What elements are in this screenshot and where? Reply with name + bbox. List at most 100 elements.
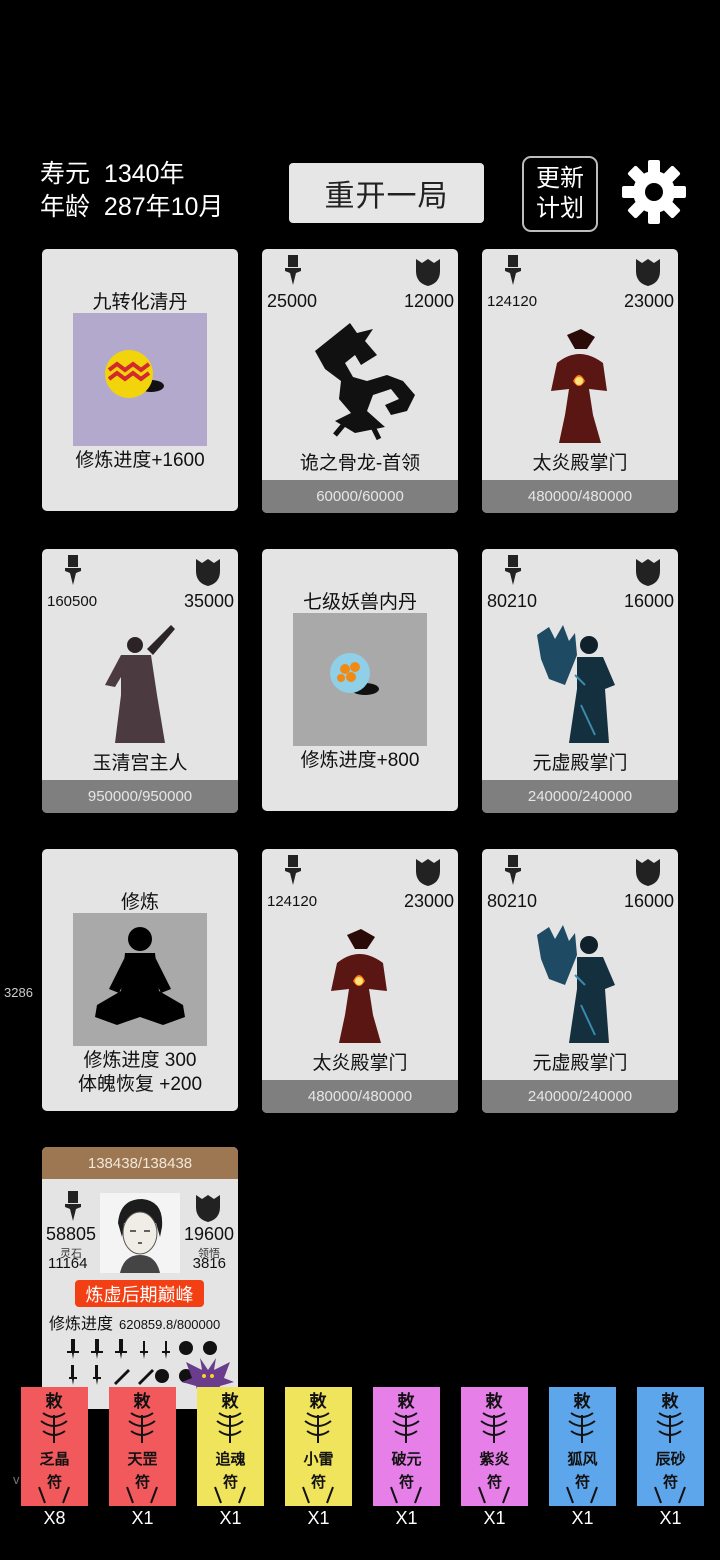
talisman-sub-label: 符	[46, 1474, 62, 1491]
shield-icon	[416, 859, 440, 886]
enemy-name: 玉清宫主人	[92, 753, 188, 774]
enemy-name: 太炎殿掌门	[532, 453, 628, 474]
talisman-label: 辰砂	[655, 1451, 686, 1468]
svg-text:敕: 敕	[134, 1391, 152, 1412]
meditation-icon	[95, 927, 185, 1025]
enemy-card-fire-master-2[interactable]: 124120 23000 太炎殿掌门 480000/480000	[262, 849, 458, 1113]
item-title: 修炼	[120, 892, 159, 913]
talisman-count: X1	[131, 1508, 154, 1528]
beast-core-image	[293, 613, 427, 746]
talisman-label: 狐风	[567, 1451, 598, 1468]
enemy-name: 元虚殿掌门	[532, 1053, 628, 1074]
defense-value: 16000	[623, 591, 674, 611]
talisman-label: 天罡	[127, 1451, 158, 1468]
talisman-count: X1	[307, 1508, 330, 1528]
lifespan-row: 寿元 1340年	[40, 158, 223, 191]
item-card-meditation[interactable]: 修炼 修炼进度 300 体魄恢复 +200	[42, 849, 238, 1111]
svg-text:敕: 敕	[662, 1391, 680, 1412]
bone-dragon-icon	[315, 323, 415, 441]
talisman-count: X1	[659, 1508, 682, 1528]
defense-value: 23000	[403, 891, 454, 911]
player-portrait-icon	[118, 1199, 163, 1273]
svg-text:敕: 敕	[46, 1391, 64, 1412]
item-effect: 修炼进度 300	[83, 1050, 197, 1071]
talisman-count: X1	[571, 1508, 594, 1528]
defense-value: 16000	[623, 891, 674, 911]
shield-icon	[636, 259, 660, 286]
svg-text:敕: 敕	[222, 1391, 240, 1412]
defense-value: 12000	[403, 291, 454, 311]
talisman-label: 乏晶	[39, 1451, 70, 1468]
svg-text:敕: 敕	[398, 1391, 416, 1412]
attack-value: 25000	[267, 291, 318, 311]
shield-icon	[196, 559, 220, 586]
talisman-card[interactable]: 敕乏晶符	[21, 1387, 88, 1506]
sword-icon	[285, 255, 301, 285]
realm-badge: 炼虚后期巅峰	[75, 1280, 204, 1307]
insight-value: 3816	[192, 1255, 226, 1272]
gear-icon[interactable]	[621, 159, 687, 225]
version-mark: v	[13, 1472, 20, 1487]
progress-label: 修炼进度	[49, 1316, 114, 1333]
age-label: 年龄	[40, 193, 91, 221]
enemy-hp-bar: 240000/240000	[482, 780, 678, 813]
sword-icon	[65, 1191, 81, 1221]
sword-icon	[65, 555, 81, 585]
talisman-card[interactable]: 敕紫炎符	[461, 1387, 528, 1506]
talisman-sub-label: 符	[134, 1474, 150, 1491]
talisman-count: X8	[43, 1508, 66, 1528]
restart-button[interactable]: 重开一局	[289, 163, 484, 223]
hud: 寿元 1340年 年龄 287年10月	[40, 158, 223, 224]
sword-icon	[285, 855, 301, 885]
meditation-image	[73, 913, 207, 1046]
side-counter: 3286	[4, 985, 33, 1000]
talisman-count: X1	[219, 1508, 242, 1528]
talisman-card[interactable]: 敕追魂符	[197, 1387, 264, 1506]
svg-text:敕: 敕	[310, 1391, 328, 1412]
enemy-card-ice-master[interactable]: 80210 16000 元虚殿掌门 240000/240000	[482, 549, 678, 813]
talisman-card[interactable]: 敕天罡符	[109, 1387, 176, 1506]
lifespan-value: 1340年	[103, 160, 185, 188]
talisman-card[interactable]: 敕破元符	[373, 1387, 440, 1506]
enemy-card-palace-lord[interactable]: 160500 35000 玉清宫主人 950000/950000	[42, 549, 238, 813]
talisman-card[interactable]: 敕小雷符	[285, 1387, 352, 1506]
pill-icon	[105, 350, 164, 398]
enemy-card-fire-master[interactable]: 124120 23000 太炎殿掌门 480000/480000	[482, 249, 678, 513]
talisman-card[interactable]: 敕辰砂符	[637, 1387, 704, 1506]
talisman-card[interactable]: 敕狐风符	[549, 1387, 616, 1506]
talisman-sub-label: 符	[486, 1474, 502, 1491]
sword-icon	[505, 855, 521, 885]
beast-core-icon	[330, 653, 379, 695]
defense-value: 35000	[183, 591, 234, 611]
update-plan-button[interactable]: 更新 计划	[522, 156, 598, 232]
enemy-hp-bar: 480000/480000	[262, 1080, 458, 1113]
pill-image	[73, 313, 207, 446]
item-card-beast-core[interactable]: 七级妖兽内丹 修炼进度+800	[262, 549, 458, 811]
ice-master-icon	[537, 925, 615, 1043]
defense-value: 23000	[623, 291, 674, 311]
enemy-hp-bar: 480000/480000	[482, 480, 678, 513]
item-effects: 修炼进度 300 体魄恢复 +200	[42, 1049, 238, 1097]
item-effect-2: 体魄恢复 +200	[77, 1074, 203, 1095]
attack-value: 160500	[47, 593, 98, 610]
fire-master-icon	[551, 329, 607, 443]
age-row: 年龄 287年10月	[40, 191, 223, 224]
enemy-hp-bar: 950000/950000	[42, 780, 238, 813]
progress-value: 620859.8/800000	[119, 1317, 221, 1332]
item-title: 七级妖兽内丹	[302, 592, 417, 613]
update-plan-label-2: 计划	[536, 195, 584, 222]
palace-lord-icon	[105, 625, 175, 743]
enemy-card-ice-master-2[interactable]: 80210 16000 元虚殿掌门 240000/240000	[482, 849, 678, 1113]
enemy-card-bone-dragon[interactable]: 25000 12000 诡之骨龙-首领 60000/60000	[262, 249, 458, 513]
enemy-name: 元虚殿掌门	[532, 753, 628, 774]
attack-value: 80210	[487, 891, 538, 911]
item-effect: 修炼进度+1600	[75, 450, 205, 471]
player-attack: 58805	[46, 1224, 97, 1244]
player-defense: 19600	[183, 1224, 234, 1244]
lifespan-label: 寿元	[40, 160, 91, 188]
item-card-pill[interactable]: 九转化清丹 修炼进度+1600	[42, 249, 238, 511]
fire-master-icon	[331, 929, 387, 1043]
talisman-label: 破元	[391, 1451, 422, 1468]
enemy-name: 诡之骨龙-首领	[299, 453, 421, 474]
talisman-sub-label: 符	[222, 1474, 238, 1491]
